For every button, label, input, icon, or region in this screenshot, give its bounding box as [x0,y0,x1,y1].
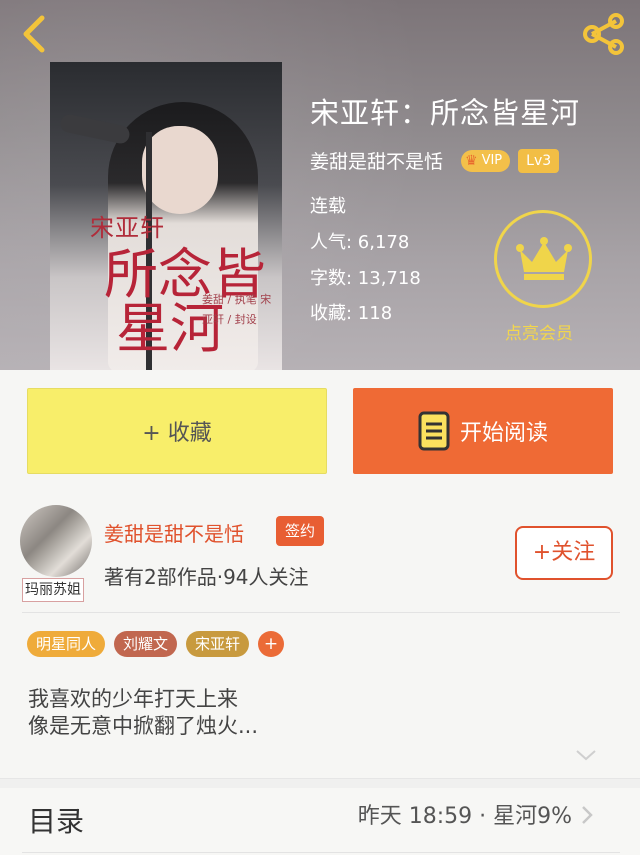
vip-badge: ♛ VIP [461,149,511,172]
toc-label: 目录 [28,805,85,838]
serial-status: 连载 [310,196,346,217]
vip-label: VIP [481,153,503,168]
chevron-left-icon [23,15,45,53]
author-row[interactable]: 姜甜是甜不是恬 ♛ VIP Lv3 [310,147,560,174]
divider [22,852,620,853]
avatar-caption: 玛丽苏姐 [22,578,84,602]
chevron-right-icon [582,806,593,824]
author-name[interactable]: 姜甜是甜不是恬 [310,147,443,174]
tag-item[interactable]: 宋亚轩 [186,631,250,657]
crown-icon [516,237,572,280]
book-icon [418,411,450,451]
table-of-contents-row[interactable]: 目录 昨天 18:59 · 星河9% [0,788,640,855]
cover-credits: 姜甜 / 执笔 宋亚轩 / 封设 [202,293,272,326]
share-button[interactable] [580,12,628,56]
back-button[interactable] [14,12,58,56]
microphone-icon [58,112,132,146]
book-header: 宋亚轩 所念皆 星河 姜甜 / 执笔 宋亚轩 / 封设 宋亚轩：所念皆星河 姜甜… [0,0,640,370]
book-cover[interactable]: 宋亚轩 所念皆 星河 姜甜 / 执笔 宋亚轩 / 封设 [50,62,282,370]
book-title: 宋亚轩：所念皆星河 [310,96,581,130]
avatar[interactable] [20,505,92,577]
popularity-stat: 人气: 6,178 [310,232,410,253]
start-reading-label: 开始阅读 [459,421,548,446]
signed-badge: 签约 [276,516,325,546]
cover-face [142,126,218,214]
tag-item[interactable]: 刘耀文 [114,631,178,657]
start-reading-button[interactable]: 开始阅读 [353,388,613,474]
member-label[interactable]: 点亮会员 [505,319,573,344]
author-card-name[interactable]: 姜甜是甜不是恬 [104,518,244,547]
add-tag-button[interactable]: + [258,631,285,657]
tag-item[interactable]: 明星同人 [27,631,106,657]
wordcount-stat: 字数: 13,718 [310,268,421,289]
toc-latest-update: 昨天 18:59 · 星河9% [357,804,572,829]
collect-button[interactable]: + 收藏 [27,388,327,474]
favorites-stat: 收藏: 118 [310,303,393,324]
divider [22,612,620,613]
book-description[interactable]: 我喜欢的少年打天上来 像是无意中掀翻了烛火... [28,686,258,740]
section-divider [0,778,640,788]
follow-button[interactable]: +关注 [515,526,613,580]
author-works-info: 著有2部作品·94人关注 [104,565,309,589]
chevron-down-icon[interactable] [574,748,598,762]
share-icon [583,13,624,55]
tag-list: 明星同人 刘耀文 宋亚轩 + [27,631,285,657]
crown-icon: ♛ [465,152,478,169]
description-line: 像是无意中掀翻了烛火... [28,714,259,738]
description-line: 我喜欢的少年打天上来 [28,687,238,711]
level-badge: Lv3 [518,148,560,173]
